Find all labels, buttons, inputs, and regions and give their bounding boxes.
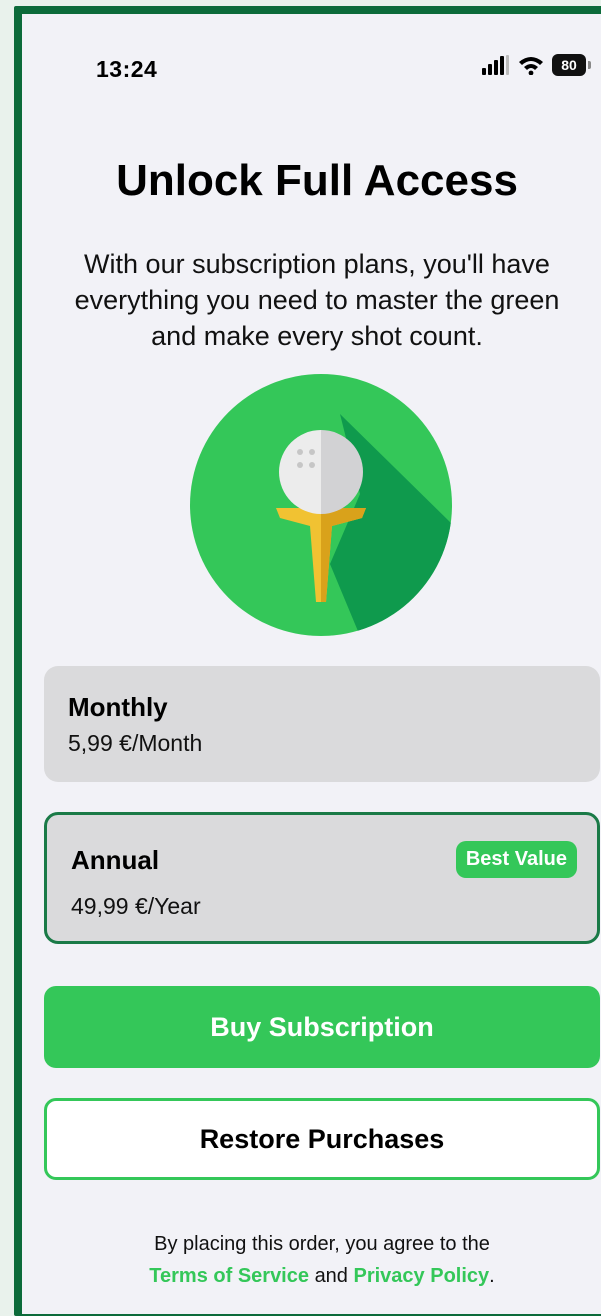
signal-icon <box>482 55 509 75</box>
plan-annual[interactable]: Annual Best Value 49,99 €/Year <box>44 812 600 944</box>
legal-prefix: By placing this order, you agree to the <box>154 1233 490 1255</box>
status-icons: 80 <box>482 54 591 76</box>
plan-name: Monthly <box>68 692 168 722</box>
legal-suffix: . <box>489 1265 495 1287</box>
plan-price: 49,99 €/Year <box>71 893 201 919</box>
wifi-icon <box>519 57 543 75</box>
legal-notice: By placing this order, you agree to the … <box>42 1228 601 1292</box>
plan-price: 5,99 €/Month <box>68 730 203 756</box>
paywall-screen: 13:24 80 Unlock Full Access With our sub… <box>22 14 601 1314</box>
page-title: Unlock Full Access <box>116 156 518 205</box>
plan-name: Annual <box>71 845 160 875</box>
status-time: 13:24 <box>96 56 158 82</box>
privacy-policy-link[interactable]: Privacy Policy <box>354 1265 490 1287</box>
plan-monthly[interactable]: Monthly 5,99 €/Month <box>44 666 600 782</box>
restore-purchases-button[interactable]: Restore Purchases <box>44 1098 600 1180</box>
best-value-badge: Best Value <box>455 841 577 878</box>
legal-and: and <box>314 1265 354 1287</box>
golf-ball-on-tee-icon <box>190 374 452 636</box>
buy-subscription-button[interactable]: Buy Subscription <box>44 986 600 1068</box>
page-subtitle: With our subscription plans, you'll have… <box>74 249 560 351</box>
terms-of-service-link[interactable]: Terms of Service <box>149 1265 309 1287</box>
battery-icon: 80 <box>552 54 591 76</box>
